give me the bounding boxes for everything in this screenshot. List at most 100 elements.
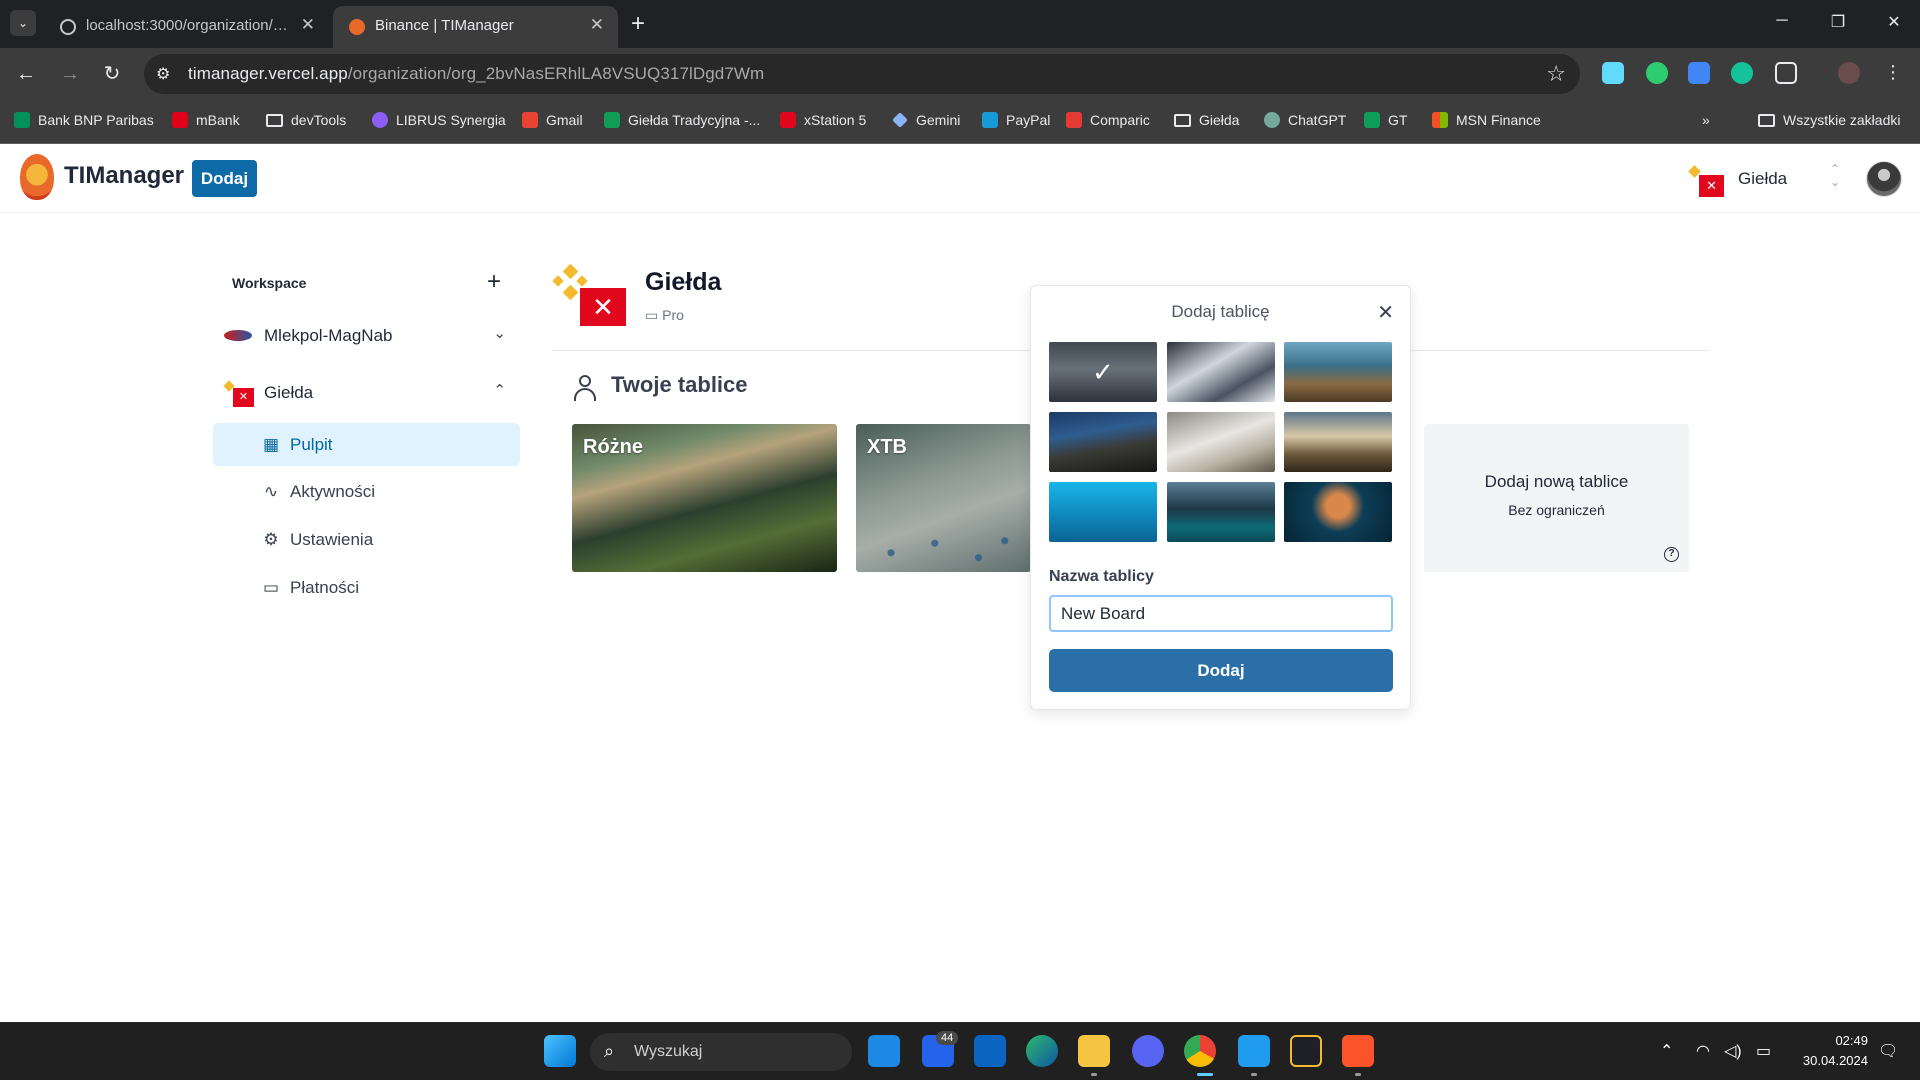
board-image-option[interactable] bbox=[1049, 412, 1157, 472]
bookmark-gemini[interactable]: Gemini bbox=[892, 112, 960, 128]
minimize-icon[interactable]: ─ bbox=[1770, 12, 1794, 30]
bookmark-label: Gemini bbox=[916, 112, 961, 128]
close-icon[interactable]: ✕ bbox=[1377, 300, 1394, 325]
url-text[interactable]: timanager.vercel.app/organization/org_2b… bbox=[188, 64, 764, 84]
add-workspace-icon[interactable]: + bbox=[487, 268, 501, 296]
browser-toolbar: ← → ↻ ⚙ timanager.vercel.app/organizatio… bbox=[0, 48, 1920, 100]
bookmark-gmail[interactable]: Gmail bbox=[522, 112, 583, 128]
bookmark-label: MSN Finance bbox=[1456, 112, 1541, 128]
board-name-input[interactable] bbox=[1049, 595, 1393, 632]
tab-title: Binance | TIManager bbox=[375, 17, 514, 34]
bookmark-bnp[interactable]: Bank BNP Paribas bbox=[14, 112, 154, 128]
discord-icon[interactable] bbox=[1132, 1035, 1164, 1067]
bookmark-gielda[interactable]: Giełda bbox=[1174, 112, 1239, 128]
mbank-icon bbox=[172, 112, 188, 128]
sidebar-item-label: Aktywności bbox=[290, 482, 376, 501]
all-bookmarks[interactable]: Wszystkie zakładki bbox=[1758, 112, 1900, 128]
battery-icon[interactable]: ▭ bbox=[1756, 1041, 1771, 1061]
edge-icon[interactable] bbox=[1026, 1035, 1058, 1067]
bookmark-devtools[interactable]: devTools bbox=[266, 112, 346, 128]
board-image-option[interactable] bbox=[1049, 482, 1157, 542]
new-board-card[interactable]: Dodaj nową tablice Bez ograniczeń ? bbox=[1424, 424, 1689, 572]
vscode-icon[interactable] bbox=[1238, 1035, 1270, 1067]
reload-icon[interactable]: ↻ bbox=[100, 62, 124, 86]
profile-avatar-icon[interactable] bbox=[1838, 62, 1860, 84]
board-image-option[interactable] bbox=[1284, 342, 1392, 402]
lion-logo-icon[interactable] bbox=[20, 154, 54, 200]
bookmark-librus[interactable]: LIBRUS Synergia bbox=[372, 112, 506, 128]
browser-menu-icon[interactable]: ⋮ bbox=[1882, 62, 1904, 84]
tab-search-button[interactable]: ⌄ bbox=[10, 10, 36, 36]
outlook-icon[interactable] bbox=[974, 1035, 1006, 1067]
restore-icon[interactable]: ❐ bbox=[1826, 12, 1850, 32]
grammarly-icon[interactable] bbox=[1731, 62, 1753, 84]
bookmark-paypal[interactable]: PayPal bbox=[982, 112, 1050, 128]
binance-icon[interactable] bbox=[1290, 1035, 1322, 1067]
board-image bbox=[856, 524, 1031, 572]
bookmark-star-icon[interactable]: ☆ bbox=[1546, 61, 1566, 87]
extensions-puzzle-icon[interactable] bbox=[1775, 62, 1797, 84]
react-devtools-icon[interactable] bbox=[1602, 62, 1624, 84]
sidebar-item-pulpit[interactable]: ▦ Pulpit bbox=[213, 423, 520, 466]
close-tab-icon[interactable]: ✕ bbox=[301, 15, 315, 35]
submit-board-button[interactable]: Dodaj bbox=[1049, 649, 1393, 692]
board-image-option[interactable] bbox=[1167, 342, 1275, 402]
back-icon[interactable]: ← bbox=[14, 62, 38, 86]
org-switcher-label: Giełda bbox=[1738, 169, 1788, 188]
bookmark-label: ChatGPT bbox=[1288, 112, 1347, 128]
more-bookmarks-icon[interactable]: » bbox=[1702, 112, 1710, 128]
org-plan: ▭ Pro bbox=[645, 307, 684, 324]
windows-start-icon[interactable] bbox=[544, 1035, 576, 1067]
translate-icon[interactable] bbox=[1688, 62, 1710, 84]
sidebar-org-gielda[interactable]: ✕ Giełda ⌃ bbox=[220, 373, 516, 413]
bookmark-gt[interactable]: GT bbox=[1364, 112, 1407, 128]
sidebar-org-mlekpol[interactable]: Mlekpol-MagNab ⌄ bbox=[220, 316, 516, 356]
org-name: Mlekpol-MagNab bbox=[264, 326, 393, 345]
org-switcher[interactable]: ✕ Giełda ⌃ ⌄ bbox=[1684, 161, 1844, 197]
board-image-option[interactable] bbox=[1284, 412, 1392, 472]
window-close-icon[interactable]: ✕ bbox=[1882, 12, 1906, 32]
bookmark-label: Gmail bbox=[546, 112, 583, 128]
board-image-option[interactable] bbox=[1167, 412, 1275, 472]
add-button[interactable]: Dodaj bbox=[192, 160, 257, 197]
chevrons-up-down-icon: ⌃ ⌄ bbox=[1830, 162, 1841, 189]
forward-icon[interactable]: → bbox=[58, 62, 82, 86]
browser-tab-localhost[interactable]: localhost:3000/organization/org_2bvNasER… bbox=[44, 6, 329, 48]
chrome-icon[interactable] bbox=[1184, 1035, 1216, 1067]
address-bar[interactable]: ⚙ timanager.vercel.app/organization/org_… bbox=[144, 54, 1580, 94]
taskbar-clock[interactable]: 02:49 30.04.2024 bbox=[1788, 1031, 1868, 1071]
bookmark-chatgpt[interactable]: ChatGPT bbox=[1264, 112, 1346, 128]
brave-icon[interactable] bbox=[1342, 1035, 1374, 1067]
board-image-option[interactable]: ✓ bbox=[1049, 342, 1157, 402]
file-explorer-icon[interactable] bbox=[1078, 1035, 1110, 1067]
taskbar-search[interactable]: ⌕ Wyszukaj bbox=[590, 1033, 852, 1071]
app-name[interactable]: TIManager bbox=[64, 162, 184, 190]
bookmark-label: GT bbox=[1388, 112, 1408, 128]
notifications-icon[interactable]: 🗨 bbox=[1878, 1041, 1898, 1061]
extension-green-icon[interactable] bbox=[1646, 62, 1668, 84]
board-image-option[interactable] bbox=[1284, 482, 1392, 542]
new-tab-button[interactable]: + bbox=[624, 10, 652, 38]
site-info-icon[interactable]: ⚙ bbox=[156, 64, 170, 84]
bnp-icon bbox=[14, 112, 30, 128]
tray-chevron-icon[interactable]: ⌃ bbox=[1660, 1041, 1673, 1061]
browser-tab-timanager[interactable]: Binance | TIManager ✕ bbox=[333, 6, 618, 48]
bookmark-gielda-tradycyjna[interactable]: Giełda Tradycyjna -... bbox=[604, 112, 760, 128]
bookmark-msn-finance[interactable]: MSN Finance bbox=[1432, 112, 1541, 128]
close-tab-icon[interactable]: ✕ bbox=[590, 15, 604, 35]
sidebar-item-ustawienia[interactable]: ⚙ Ustawienia bbox=[213, 518, 520, 561]
help-icon[interactable]: ? bbox=[1664, 547, 1679, 562]
board-card-rozne[interactable]: Różne bbox=[572, 424, 837, 572]
bookmark-label: LIBRUS Synergia bbox=[396, 112, 506, 128]
volume-icon[interactable]: ◁) bbox=[1724, 1041, 1742, 1061]
mail-icon[interactable] bbox=[868, 1035, 900, 1067]
sidebar-item-aktywnosci[interactable]: ∿ Aktywności bbox=[213, 470, 520, 513]
sidebar-item-platnosci[interactable]: ▭ Płatności bbox=[213, 566, 520, 609]
bookmark-xstation[interactable]: xStation 5 bbox=[780, 112, 866, 128]
board-image-option[interactable] bbox=[1167, 482, 1275, 542]
bookmark-mbank[interactable]: mBank bbox=[172, 112, 240, 128]
board-card-xtb[interactable]: XTB bbox=[856, 424, 1031, 572]
wifi-icon[interactable]: ◠ bbox=[1696, 1041, 1710, 1061]
user-avatar[interactable] bbox=[1866, 161, 1902, 197]
bookmark-comparic[interactable]: Comparic bbox=[1066, 112, 1150, 128]
